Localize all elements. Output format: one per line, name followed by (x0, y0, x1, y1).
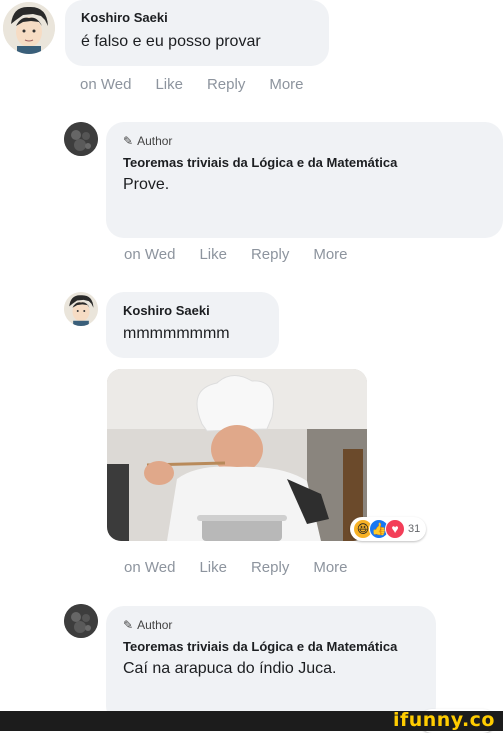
comment-bubble: Koshiro Saeki é falso e eu posso provar (65, 0, 329, 66)
more-button[interactable]: More (313, 246, 347, 263)
like-button[interactable]: Like (155, 76, 183, 93)
love-reaction-icon: ♥ (385, 519, 405, 539)
avatar-page[interactable] (64, 122, 98, 156)
comment-author-name[interactable]: Koshiro Saeki (123, 303, 279, 318)
comment-bubble: ✎ Author Teoremas triviais da Lógica e d… (106, 606, 436, 724)
comment-text: Caí na arapuca do índio Juca. (123, 660, 337, 677)
author-badge: ✎ Author (123, 134, 503, 148)
comment-author-name[interactable]: Teoremas triviais da Lógica e da Matemát… (123, 638, 413, 655)
author-badge: ✎ Author (123, 618, 436, 632)
page-avatar-icon (64, 122, 98, 156)
like-button[interactable]: Like (199, 559, 227, 576)
comment-actions: on Wed Like Reply More (80, 76, 304, 93)
comment-author-name[interactable]: Koshiro Saeki (81, 10, 329, 25)
reactions-summary[interactable]: 😆 👍 ♥ 31 (350, 517, 427, 541)
avatar-koshiro[interactable] (64, 292, 98, 326)
reaction-count: 31 (408, 523, 421, 535)
timestamp[interactable]: on Wed (124, 559, 175, 576)
comment-bubble: Koshiro Saeki mmmmmmmm (106, 292, 279, 358)
author-badge-label: Author (137, 134, 173, 148)
like-button[interactable]: Like (199, 246, 227, 263)
comment-text: Prove. (123, 176, 170, 193)
author-badge-label: Author (137, 618, 173, 632)
pencil-icon: ✎ (123, 618, 134, 632)
comment-text: mmmmmmmm (123, 325, 230, 342)
more-button[interactable]: More (269, 76, 303, 93)
timestamp[interactable]: on Wed (124, 246, 175, 263)
reply-button[interactable]: Reply (207, 76, 245, 93)
comment-text: é falso e eu posso provar (81, 33, 261, 50)
timestamp[interactable]: on Wed (80, 76, 131, 93)
attached-image[interactable] (107, 369, 367, 541)
comment-author-name[interactable]: Teoremas triviais da Lógica e da Matemát… (123, 154, 413, 171)
anime-avatar-icon (64, 292, 98, 326)
ifunny-watermark: ifunny.co (392, 709, 495, 731)
chef-tasting-photo (107, 369, 367, 541)
comment-actions: on Wed Like Reply More (124, 559, 348, 576)
page-avatar-icon (64, 604, 98, 638)
more-button[interactable]: More (313, 559, 347, 576)
reply-button[interactable]: Reply (251, 246, 289, 263)
comment-actions: on Wed Like Reply More (124, 246, 348, 263)
avatar-koshiro[interactable] (3, 2, 55, 54)
avatar-page[interactable] (64, 604, 98, 638)
comment-bubble: ✎ Author Teoremas triviais da Lógica e d… (106, 122, 503, 238)
pencil-icon: ✎ (123, 134, 134, 148)
anime-avatar-icon (3, 2, 55, 54)
reply-button[interactable]: Reply (251, 559, 289, 576)
